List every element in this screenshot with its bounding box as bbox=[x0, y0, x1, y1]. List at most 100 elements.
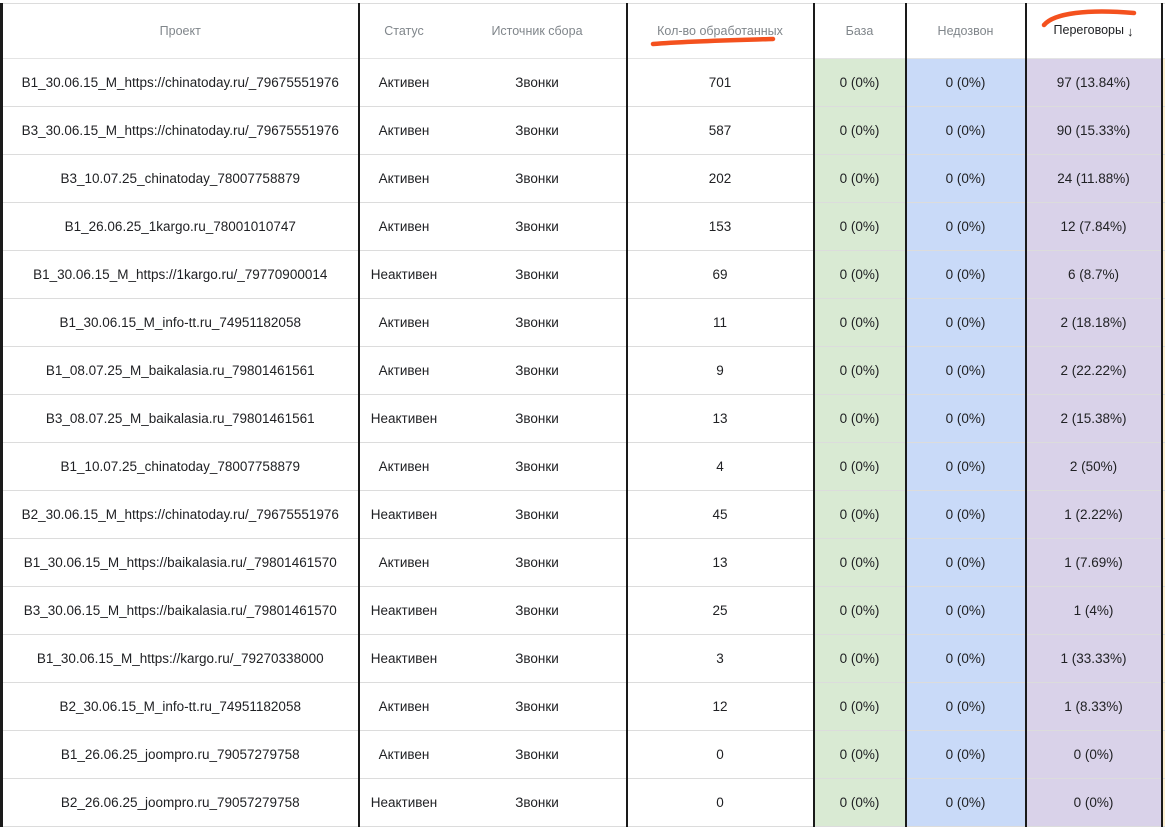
column-header-label: Недозвон bbox=[937, 24, 994, 38]
cell-processed: 11 bbox=[625, 298, 814, 347]
cell-project: B1_10.07.25_chinatoday_78007758879 bbox=[0, 442, 359, 491]
cell-no-answer: 0 (0%) bbox=[904, 106, 1026, 155]
cell-processed: 0 bbox=[625, 730, 814, 779]
cell-negotiations: 1 (7.69%) bbox=[1024, 538, 1162, 587]
cell-next-column bbox=[1160, 682, 1165, 731]
table-row[interactable]: B2_30.06.15_M_https://chinatoday.ru/_796… bbox=[0, 490, 1165, 539]
cell-status: Неактивен bbox=[357, 634, 449, 683]
cell-next-column bbox=[1160, 346, 1165, 395]
table-row[interactable]: B1_30.06.15_M_https://chinatoday.ru/_796… bbox=[0, 58, 1165, 107]
cell-source: Звонки bbox=[448, 778, 627, 827]
column-header-processed[interactable]: Кол-во обработанных bbox=[625, 3, 814, 59]
cell-processed: 45 bbox=[625, 490, 814, 539]
cell-status: Активен bbox=[357, 346, 449, 395]
cell-project: B2_30.06.15_M_info-tt.ru_74951182058 bbox=[0, 682, 359, 731]
cell-processed: 69 bbox=[625, 250, 814, 299]
column-header-source[interactable]: Источник сбора bbox=[448, 3, 627, 59]
cell-negotiations: 6 (8.7%) bbox=[1024, 250, 1162, 299]
cell-next-column bbox=[1160, 586, 1165, 635]
cell-next-column bbox=[1160, 442, 1165, 491]
cell-next-column bbox=[1160, 538, 1165, 587]
cell-processed: 701 bbox=[625, 58, 814, 107]
projects-report-view: Проект Статус Источник сбора Кол-во обра… bbox=[0, 0, 1165, 832]
cell-base: 0 (0%) bbox=[812, 586, 906, 635]
cell-source: Звонки bbox=[448, 586, 627, 635]
cell-source: Звонки bbox=[448, 730, 627, 779]
cell-base: 0 (0%) bbox=[812, 346, 906, 395]
table-row[interactable]: B3_30.06.15_M_https://baikalasia.ru/_798… bbox=[0, 586, 1165, 635]
cell-base: 0 (0%) bbox=[812, 250, 906, 299]
cell-status: Активен bbox=[357, 202, 449, 251]
table-row[interactable]: B1_30.06.15_M_info-tt.ru_74951182058 Акти… bbox=[0, 298, 1165, 347]
cell-project: B1_26.06.25_joompro.ru_79057279758 bbox=[0, 730, 359, 779]
cell-processed: 13 bbox=[625, 538, 814, 587]
cell-next-column bbox=[1160, 394, 1165, 443]
table-row[interactable]: B1_26.06.25_1kargo.ru_78001010747 Активен… bbox=[0, 202, 1165, 251]
cell-processed: 9 bbox=[625, 346, 814, 395]
cell-negotiations: 2 (18.18%) bbox=[1024, 298, 1162, 347]
cell-no-answer: 0 (0%) bbox=[904, 154, 1026, 203]
table-row[interactable]: B1_30.06.15_M_https://baikalasia.ru/_798… bbox=[0, 538, 1165, 587]
column-header-next[interactable] bbox=[1160, 3, 1165, 59]
column-header-base[interactable]: База bbox=[812, 3, 906, 59]
cell-base: 0 (0%) bbox=[812, 538, 906, 587]
column-header-negotiations[interactable]: Переговоры ↓ bbox=[1024, 3, 1162, 59]
cell-next-column bbox=[1160, 250, 1165, 299]
cell-project: B1_30.06.15_M_info-tt.ru_74951182058 bbox=[0, 298, 359, 347]
projects-table: Проект Статус Источник сбора Кол-во обра… bbox=[0, 3, 1165, 827]
cell-status: Активен bbox=[357, 106, 449, 155]
cell-processed: 13 bbox=[625, 394, 814, 443]
table-row[interactable]: B3_10.07.25_chinatoday_78007758879 Активе… bbox=[0, 154, 1165, 203]
cell-status: Активен bbox=[357, 442, 449, 491]
cell-base: 0 (0%) bbox=[812, 202, 906, 251]
cell-no-answer: 0 (0%) bbox=[904, 538, 1026, 587]
cell-source: Звонки bbox=[448, 538, 627, 587]
column-header-label: Переговоры bbox=[1053, 23, 1124, 38]
cell-processed: 153 bbox=[625, 202, 814, 251]
cell-base: 0 (0%) bbox=[812, 58, 906, 107]
cell-no-answer: 0 (0%) bbox=[904, 634, 1026, 683]
cell-negotiations: 1 (4%) bbox=[1024, 586, 1162, 635]
cell-next-column bbox=[1160, 634, 1165, 683]
table-row[interactable]: B1_30.06.15_M_https://1kargo.ru/_7977090… bbox=[0, 250, 1165, 299]
cell-project: B1_30.06.15_M_https://1kargo.ru/_7977090… bbox=[0, 250, 359, 299]
cell-next-column bbox=[1160, 778, 1165, 827]
cell-no-answer: 0 (0%) bbox=[904, 250, 1026, 299]
cell-negotiations: 0 (0%) bbox=[1024, 730, 1162, 779]
cell-source: Звонки bbox=[448, 106, 627, 155]
cell-next-column bbox=[1160, 730, 1165, 779]
cell-no-answer: 0 (0%) bbox=[904, 490, 1026, 539]
cell-base: 0 (0%) bbox=[812, 298, 906, 347]
cell-status: Неактивен bbox=[357, 586, 449, 635]
cell-no-answer: 0 (0%) bbox=[904, 394, 1026, 443]
table-row[interactable]: B3_30.06.15_M_https://chinatoday.ru/_796… bbox=[0, 106, 1165, 155]
table-row[interactable]: B3_08.07.25_M_baikalasia.ru_79801461561 Н… bbox=[0, 394, 1165, 443]
table-row[interactable]: B2_26.06.25_joompro.ru_79057279758 Неакти… bbox=[0, 778, 1165, 827]
cell-source: Звонки bbox=[448, 490, 627, 539]
table-row[interactable]: B1_08.07.25_M_baikalasia.ru_79801461561 А… bbox=[0, 346, 1165, 395]
column-header-status[interactable]: Статус bbox=[357, 3, 449, 59]
cell-next-column bbox=[1160, 202, 1165, 251]
table-body: B1_30.06.15_M_https://chinatoday.ru/_796… bbox=[0, 58, 1165, 827]
column-header-label: База bbox=[845, 24, 874, 38]
table-row[interactable]: B1_30.06.15_M_https://kargo.ru/_79270338… bbox=[0, 634, 1165, 683]
cell-source: Звонки bbox=[448, 154, 627, 203]
cell-status: Неактивен bbox=[357, 778, 449, 827]
cell-base: 0 (0%) bbox=[812, 634, 906, 683]
cell-source: Звонки bbox=[448, 250, 627, 299]
cell-negotiations: 2 (22.22%) bbox=[1024, 346, 1162, 395]
cell-negotiations: 1 (33.33%) bbox=[1024, 634, 1162, 683]
table-row[interactable]: B2_30.06.15_M_info-tt.ru_74951182058 Акти… bbox=[0, 682, 1165, 731]
cell-status: Активен bbox=[357, 298, 449, 347]
sort-descending-icon[interactable]: ↓ bbox=[1127, 24, 1134, 39]
cell-negotiations: 97 (13.84%) bbox=[1024, 58, 1162, 107]
column-header-project[interactable]: Проект bbox=[0, 3, 359, 59]
column-header-no-answer[interactable]: Недозвон bbox=[904, 3, 1026, 59]
table-row[interactable]: B1_10.07.25_chinatoday_78007758879 Активе… bbox=[0, 442, 1165, 491]
cell-source: Звонки bbox=[448, 298, 627, 347]
cell-source: Звонки bbox=[448, 682, 627, 731]
cell-base: 0 (0%) bbox=[812, 394, 906, 443]
table-row[interactable]: B1_26.06.25_joompro.ru_79057279758 Активе… bbox=[0, 730, 1165, 779]
cell-processed: 4 bbox=[625, 442, 814, 491]
cell-negotiations: 90 (15.33%) bbox=[1024, 106, 1162, 155]
